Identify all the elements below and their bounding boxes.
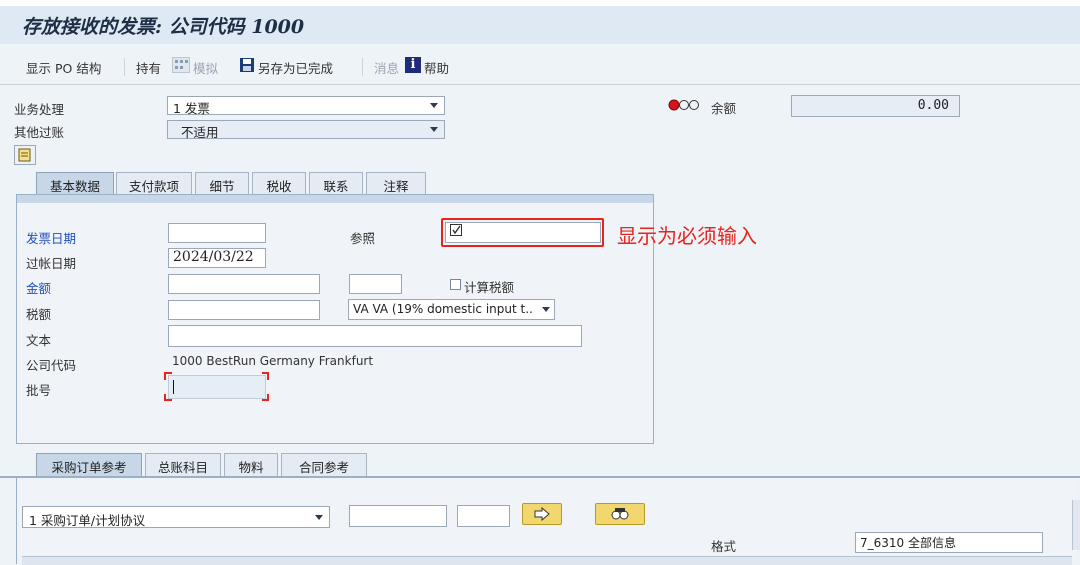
- other-posting-label: 其他过账: [14, 125, 65, 140]
- other-posting-value: 不适用: [181, 125, 219, 140]
- company-code-value: 1000 BestRun Germany Frankfurt: [172, 354, 374, 368]
- invoice-date-field[interactable]: [168, 223, 266, 243]
- tab-contract-reference[interactable]: 合同参考: [281, 453, 367, 476]
- tab-gl-account[interactable]: 总账科目: [145, 453, 221, 476]
- chevron-down-icon: [315, 515, 323, 520]
- tax-code-value: VA VA (19% domestic input t..: [353, 302, 533, 316]
- tab-po-reference[interactable]: 采购订单参考: [36, 453, 142, 476]
- invoice-date-label: 发票日期: [26, 231, 77, 246]
- messages-button[interactable]: 消息: [374, 58, 399, 77]
- save-as-completed-button[interactable]: 另存为已完成: [258, 58, 333, 77]
- simulate-button[interactable]: 模拟: [193, 58, 218, 77]
- execute-button[interactable]: [522, 503, 562, 525]
- tax-amount-field[interactable]: [168, 300, 320, 320]
- po-type-dropdown[interactable]: 1 采购订单/计划协议: [22, 506, 330, 528]
- calc-tax-label: 计算税额: [464, 280, 515, 295]
- transaction-value: 1 发票: [173, 101, 210, 116]
- status-light-icon: [668, 99, 702, 114]
- search-help-button[interactable]: [595, 503, 645, 525]
- text-field[interactable]: [168, 325, 582, 347]
- tab-details[interactable]: 细节: [195, 172, 249, 195]
- simulate-icon: [172, 57, 190, 73]
- tab-material[interactable]: 物料: [224, 453, 278, 476]
- toolbar-separator: [124, 58, 125, 76]
- highlight-box: [441, 218, 604, 247]
- application-toolbar: [0, 46, 1080, 85]
- text-label: 文本: [26, 333, 52, 348]
- po-number-field[interactable]: [349, 505, 447, 527]
- show-po-structure-button[interactable]: 显示 PO 结构: [26, 58, 101, 77]
- header-toggle-button[interactable]: [14, 145, 36, 165]
- batch-label: 批号: [26, 383, 52, 398]
- posting-date-label: 过帐日期: [26, 256, 77, 271]
- layout-label: 格式: [711, 539, 737, 554]
- transaction-dropdown[interactable]: 1 发票: [167, 96, 445, 116]
- layout-field[interactable]: 7_6310 全部信息: [855, 532, 1043, 553]
- reference-label: 参照: [350, 231, 376, 246]
- balance-field: 0.00: [791, 95, 960, 117]
- transaction-label: 业务处理: [14, 102, 65, 117]
- required-corner-markers: [164, 372, 269, 401]
- scrollbar[interactable]: [1072, 500, 1080, 550]
- toolbar-separator: [362, 58, 363, 76]
- binoculars-icon: [611, 508, 629, 520]
- amount-field[interactable]: [168, 274, 320, 294]
- chevron-down-icon: [430, 103, 438, 108]
- chevron-down-icon: [430, 127, 438, 132]
- tax-code-dropdown[interactable]: VA VA (19% domestic input t..: [348, 299, 555, 320]
- company-code-label: 公司代码: [26, 358, 77, 373]
- tax-amount-label: 税额: [26, 307, 52, 322]
- tab-tax[interactable]: 税收: [252, 172, 306, 195]
- annotation-text: 显示为必须输入: [617, 224, 757, 248]
- tab-contact[interactable]: 联系: [309, 172, 363, 195]
- panel-header-strip: [17, 195, 653, 203]
- other-posting-dropdown[interactable]: 不适用: [167, 120, 445, 140]
- posting-date-field[interactable]: 2024/03/22: [168, 248, 266, 268]
- page-title: 存放接收的发票: 公司代码 1000: [22, 16, 305, 38]
- help-button[interactable]: 帮助: [424, 58, 449, 77]
- po-item-field[interactable]: [457, 505, 510, 527]
- currency-field[interactable]: [349, 274, 402, 294]
- info-icon: i: [405, 57, 421, 73]
- hold-button[interactable]: 持有: [136, 58, 161, 77]
- arrow-right-icon: [534, 506, 550, 522]
- tab-basic-data[interactable]: 基本数据: [36, 172, 114, 195]
- calc-tax-checkbox[interactable]: [450, 279, 461, 290]
- amount-label: 金额: [26, 281, 52, 296]
- balance-label: 余额: [711, 101, 737, 116]
- chevron-down-icon: [542, 307, 550, 312]
- document-icon: [18, 148, 31, 162]
- tab-notes[interactable]: 注释: [366, 172, 426, 195]
- tab-payment[interactable]: 支付款项: [116, 172, 192, 195]
- save-icon: [239, 57, 255, 76]
- po-type-value: 1 采购订单/计划协议: [29, 513, 146, 528]
